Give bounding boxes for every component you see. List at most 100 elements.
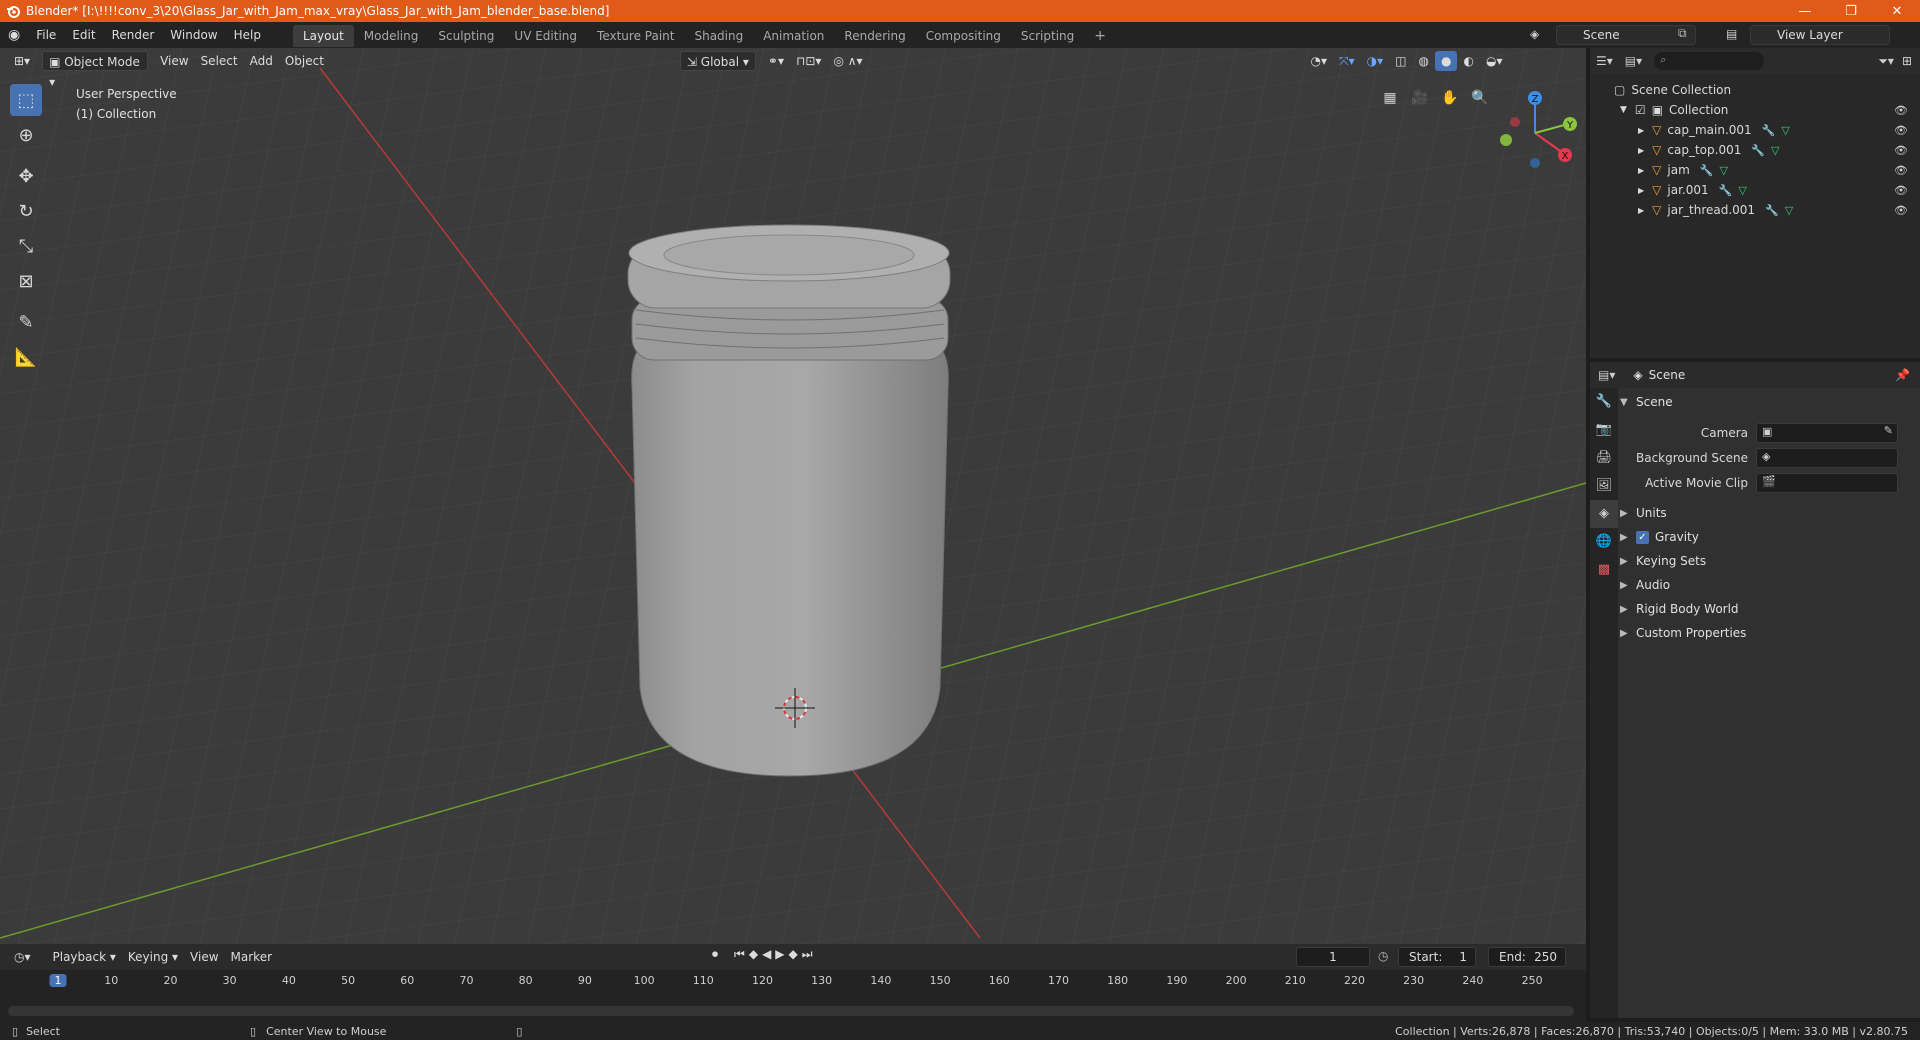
tab-compositing[interactable]: Compositing	[916, 25, 1011, 47]
outliner-object-row[interactable]: ▶ ▽ cap_main.001 🔧 ▽ 👁	[1590, 120, 1920, 140]
wireframe-shading-icon[interactable]: ◍	[1413, 51, 1435, 71]
menu-help[interactable]: Help	[226, 22, 269, 48]
jump-end-icon[interactable]: ⏭	[802, 947, 813, 962]
expand-arrow-icon[interactable]: ▶	[1638, 186, 1644, 195]
blender-menu-icon[interactable]: ◉	[0, 22, 28, 48]
menu-add[interactable]: Add	[244, 51, 279, 71]
close-button[interactable]: ✕	[1874, 4, 1920, 19]
snap-icon[interactable]: ⊓⊡▾	[790, 51, 827, 71]
timeline-editor-icon[interactable]: ◷▾	[8, 947, 37, 967]
next-keyframe-icon[interactable]: ◆	[789, 947, 798, 962]
expand-arrow-icon[interactable]: ▶	[1638, 146, 1644, 155]
gizmo-toggle-icon[interactable]: ⤧▾	[1333, 51, 1361, 71]
3d-viewport[interactable]: ⊞▾ ▣ Object Mode ▾ View Select Add Objec…	[0, 48, 1586, 944]
select-box-tool-icon[interactable]: ⬚	[10, 84, 42, 116]
active-movie-clip-field[interactable]: 🎬	[1756, 472, 1898, 493]
camera-field[interactable]: ▣ ✎	[1756, 422, 1898, 443]
start-frame-field[interactable]: Start: 1	[1398, 947, 1476, 967]
transform-tool-icon[interactable]: ⊠	[10, 265, 42, 297]
view-layer-tab-icon[interactable]: 🖼	[1590, 472, 1618, 500]
outliner-scene-collection[interactable]: ▢ Scene Collection	[1590, 80, 1920, 100]
measure-tool-icon[interactable]: 📐	[10, 341, 42, 373]
move-tool-icon[interactable]: ✥	[10, 160, 42, 192]
minimize-button[interactable]: —	[1782, 4, 1828, 19]
xray-icon[interactable]: ◫	[1389, 51, 1412, 71]
eyedropper-icon[interactable]: ✎	[1884, 424, 1893, 437]
add-workspace-icon[interactable]: +	[1084, 25, 1116, 47]
gravity-checkbox[interactable]: ✓	[1636, 530, 1649, 544]
navigation-gizmo[interactable]: Z X Y	[1480, 78, 1586, 188]
modifier-wrench-icon[interactable]: 🔧	[1765, 204, 1779, 217]
play-icon[interactable]: ▶	[775, 947, 784, 962]
maximize-button[interactable]: ❐	[1828, 4, 1874, 19]
solid-shading-icon[interactable]: ●	[1435, 51, 1458, 71]
mesh-data-icon[interactable]: ▽	[1719, 164, 1727, 177]
menu-playback[interactable]: Playback ▾	[47, 947, 122, 967]
jar-model[interactable]	[627, 224, 951, 777]
menu-edit[interactable]: Edit	[64, 22, 103, 48]
properties-editor-icon[interactable]: ▤▾	[1598, 368, 1615, 382]
new-collection-icon[interactable]: ⊞	[1902, 54, 1912, 68]
view-layer-selector[interactable]: View Layer	[1750, 25, 1890, 45]
tab-rendering[interactable]: Rendering	[834, 25, 915, 47]
proportional-edit-icon[interactable]: ◎ ∧▾	[827, 51, 868, 71]
modifier-wrench-icon[interactable]: 🔧	[1719, 184, 1733, 197]
render-tab-icon[interactable]: 📷	[1590, 416, 1618, 444]
eye-icon[interactable]: 👁	[1894, 164, 1908, 177]
outliner-object-row[interactable]: ▶ ▽ jar.001 🔧 ▽ 👁	[1590, 180, 1920, 200]
background-scene-field[interactable]: ◈	[1756, 447, 1898, 468]
mesh-data-icon[interactable]: ▽	[1771, 144, 1779, 157]
texture-tab-icon[interactable]: ▩	[1590, 556, 1618, 584]
tab-texture-paint[interactable]: Texture Paint	[587, 25, 684, 47]
eye-icon[interactable]: 👁	[1894, 104, 1908, 117]
toggle-camera-grid-icon[interactable]: ▦	[1378, 86, 1402, 110]
jump-start-icon[interactable]: ⏮	[734, 947, 745, 962]
eye-icon[interactable]: 👁	[1894, 124, 1908, 137]
outliner-collection[interactable]: ▼ ☑ ▣ Collection 👁	[1590, 100, 1920, 120]
menu-select[interactable]: Select	[195, 51, 244, 71]
pan-hand-icon[interactable]: ✋	[1438, 86, 1462, 110]
mesh-data-icon[interactable]: ▽	[1781, 124, 1789, 137]
keying-sets-panel-header[interactable]: ▶ Keying Sets	[1620, 549, 1920, 573]
menu-object[interactable]: Object	[279, 51, 330, 71]
visibility-icon[interactable]: ◔▾	[1305, 51, 1334, 71]
timeline-ruler[interactable]: 1 10 20 30 40 50 60 70 80 90 100 110 120 130 140 150 160…	[0, 970, 1586, 992]
outliner-object-row[interactable]: ▶ ▽ jam 🔧 ▽ 👁	[1590, 160, 1920, 180]
outliner-search-input[interactable]: ⌕	[1654, 52, 1765, 70]
new-scene-icon[interactable]: ⧉	[1678, 26, 1687, 41]
modifier-wrench-icon[interactable]: 🔧	[1751, 144, 1765, 157]
modifier-wrench-icon[interactable]: 🔧	[1762, 124, 1776, 137]
current-frame-field[interactable]: 1	[1296, 947, 1370, 967]
mesh-data-icon[interactable]: ▽	[1738, 184, 1746, 197]
expand-arrow-icon[interactable]: ▶	[1638, 166, 1644, 175]
custom-properties-panel-header[interactable]: ▶ Custom Properties	[1620, 621, 1920, 645]
menu-file[interactable]: File	[28, 22, 64, 48]
editor-type-icon[interactable]: ⊞▾	[8, 51, 36, 71]
viewport-scene[interactable]	[0, 48, 1586, 944]
scale-tool-icon[interactable]: ⤡	[10, 230, 42, 262]
record-icon[interactable]: ⏺	[712, 947, 718, 962]
timeline-scrollbar[interactable]	[8, 1006, 1574, 1016]
pin-icon[interactable]: 📌	[1895, 368, 1910, 382]
gravity-panel-header[interactable]: ▶ ✓ Gravity	[1620, 525, 1920, 549]
annotate-tool-icon[interactable]: ✎	[10, 306, 42, 338]
scene-tab-icon[interactable]: ◈	[1590, 500, 1618, 528]
tab-scripting[interactable]: Scripting	[1011, 25, 1084, 47]
scene-selector[interactable]: Scene	[1556, 25, 1696, 45]
eye-icon[interactable]: 👁	[1894, 184, 1908, 197]
tool-tab-icon[interactable]: 🔧	[1590, 388, 1618, 416]
mesh-data-icon[interactable]: ▽	[1785, 204, 1793, 217]
tab-layout[interactable]: Layout	[292, 25, 354, 47]
display-mode-icon[interactable]: ▤▾	[1625, 54, 1642, 68]
end-frame-field[interactable]: End: 250	[1488, 947, 1566, 967]
menu-view[interactable]: View	[154, 51, 194, 71]
checkbox-icon[interactable]: ☑	[1635, 103, 1646, 117]
prev-keyframe-icon[interactable]: ◆	[749, 947, 758, 962]
menu-window[interactable]: Window	[162, 22, 225, 48]
world-tab-icon[interactable]: 🌐	[1590, 528, 1618, 556]
play-reverse-icon[interactable]: ◀	[762, 947, 771, 962]
filter-icon[interactable]: ⏷▾	[1878, 54, 1894, 69]
menu-marker[interactable]: Marker	[225, 947, 278, 967]
output-tab-icon[interactable]: 🖨	[1590, 444, 1618, 472]
tab-modeling[interactable]: Modeling	[354, 25, 429, 47]
